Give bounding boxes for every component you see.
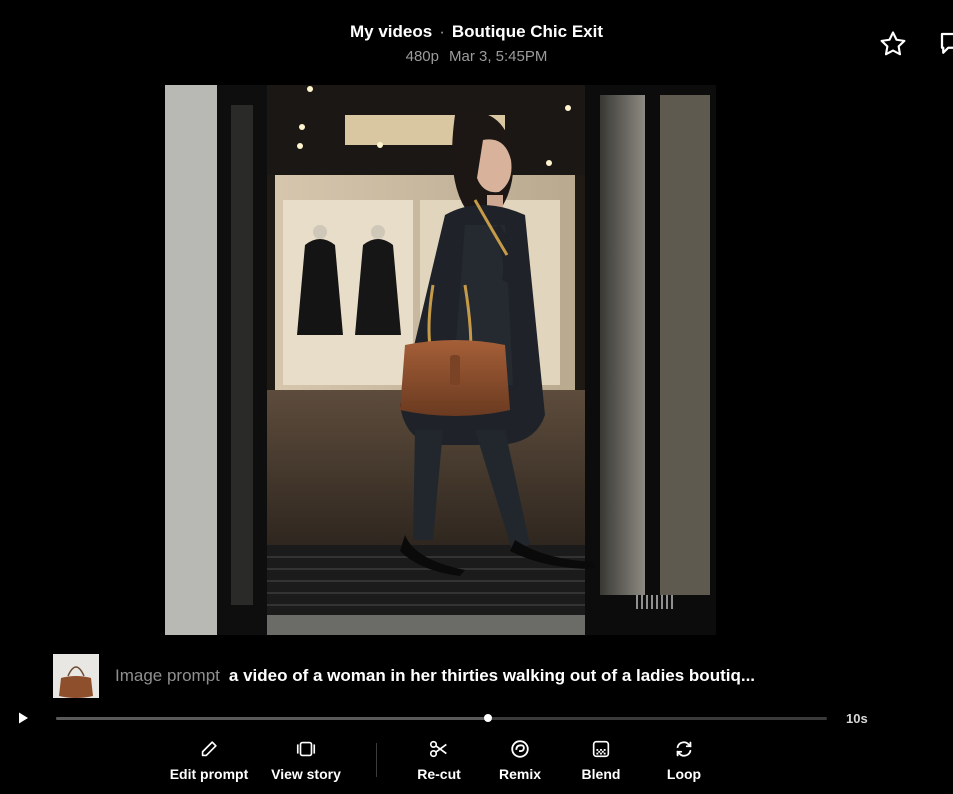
action-toolbar: Edit prompt View story Re-cut Remix Blen… xyxy=(0,736,953,792)
toolbar-divider xyxy=(376,743,377,777)
pencil-icon xyxy=(201,741,217,757)
comment-button[interactable] xyxy=(936,28,953,60)
video-player[interactable] xyxy=(165,85,716,635)
story-icon xyxy=(296,741,316,757)
loop-label: Loop xyxy=(666,766,702,782)
prompt-row[interactable]: Image prompt a video of a woman in her t… xyxy=(53,654,755,698)
title-line: My videos · Boutique Chic Exit xyxy=(0,22,953,42)
play-button[interactable] xyxy=(16,711,30,725)
view-story-button[interactable]: View story xyxy=(261,736,351,782)
video-frame-image xyxy=(165,85,716,635)
edit-prompt-label: Edit prompt xyxy=(169,766,249,782)
breadcrumb-folder[interactable]: My videos xyxy=(350,22,432,41)
prompt-thumbnail[interactable] xyxy=(53,654,99,698)
prompt-label: Image prompt xyxy=(115,666,220,685)
recut-button[interactable]: Re-cut xyxy=(394,736,484,782)
view-story-label: View story xyxy=(271,766,341,782)
edit-prompt-button[interactable]: Edit prompt xyxy=(164,736,254,782)
video-title: Boutique Chic Exit xyxy=(451,22,603,41)
video-header: My videos · Boutique Chic Exit 480p Mar 3, … xyxy=(0,22,953,65)
loop-button[interactable]: Loop xyxy=(639,736,729,782)
progress-handle[interactable] xyxy=(483,714,492,722)
blend-button[interactable]: Blend xyxy=(556,736,646,782)
blend-icon xyxy=(592,740,610,758)
loop-icon xyxy=(676,741,692,757)
star-outline-icon xyxy=(880,31,906,56)
prompt-text[interactable]: a video of a woman in her thirties walki… xyxy=(229,666,755,686)
progress-fill xyxy=(56,717,488,720)
breadcrumb-separator: · xyxy=(439,22,445,41)
remix-label: Remix xyxy=(498,766,542,782)
remix-icon xyxy=(511,740,529,758)
handbag-thumbnail-image xyxy=(59,666,93,698)
video-resolution: 480p xyxy=(405,48,439,65)
comment-icon xyxy=(940,32,953,54)
recut-label: Re-cut xyxy=(417,766,461,782)
video-date: Mar 3, 5:45PM xyxy=(449,48,548,65)
blend-label: Blend xyxy=(581,766,621,782)
video-duration: 10s xyxy=(846,711,868,726)
play-icon xyxy=(19,712,28,724)
video-meta: 480p Mar 3, 5:45PM xyxy=(0,48,953,65)
scissors-icon xyxy=(429,740,447,758)
favorite-button[interactable] xyxy=(877,28,909,60)
progress-bar[interactable] xyxy=(56,714,827,722)
remix-button[interactable]: Remix xyxy=(475,736,565,782)
